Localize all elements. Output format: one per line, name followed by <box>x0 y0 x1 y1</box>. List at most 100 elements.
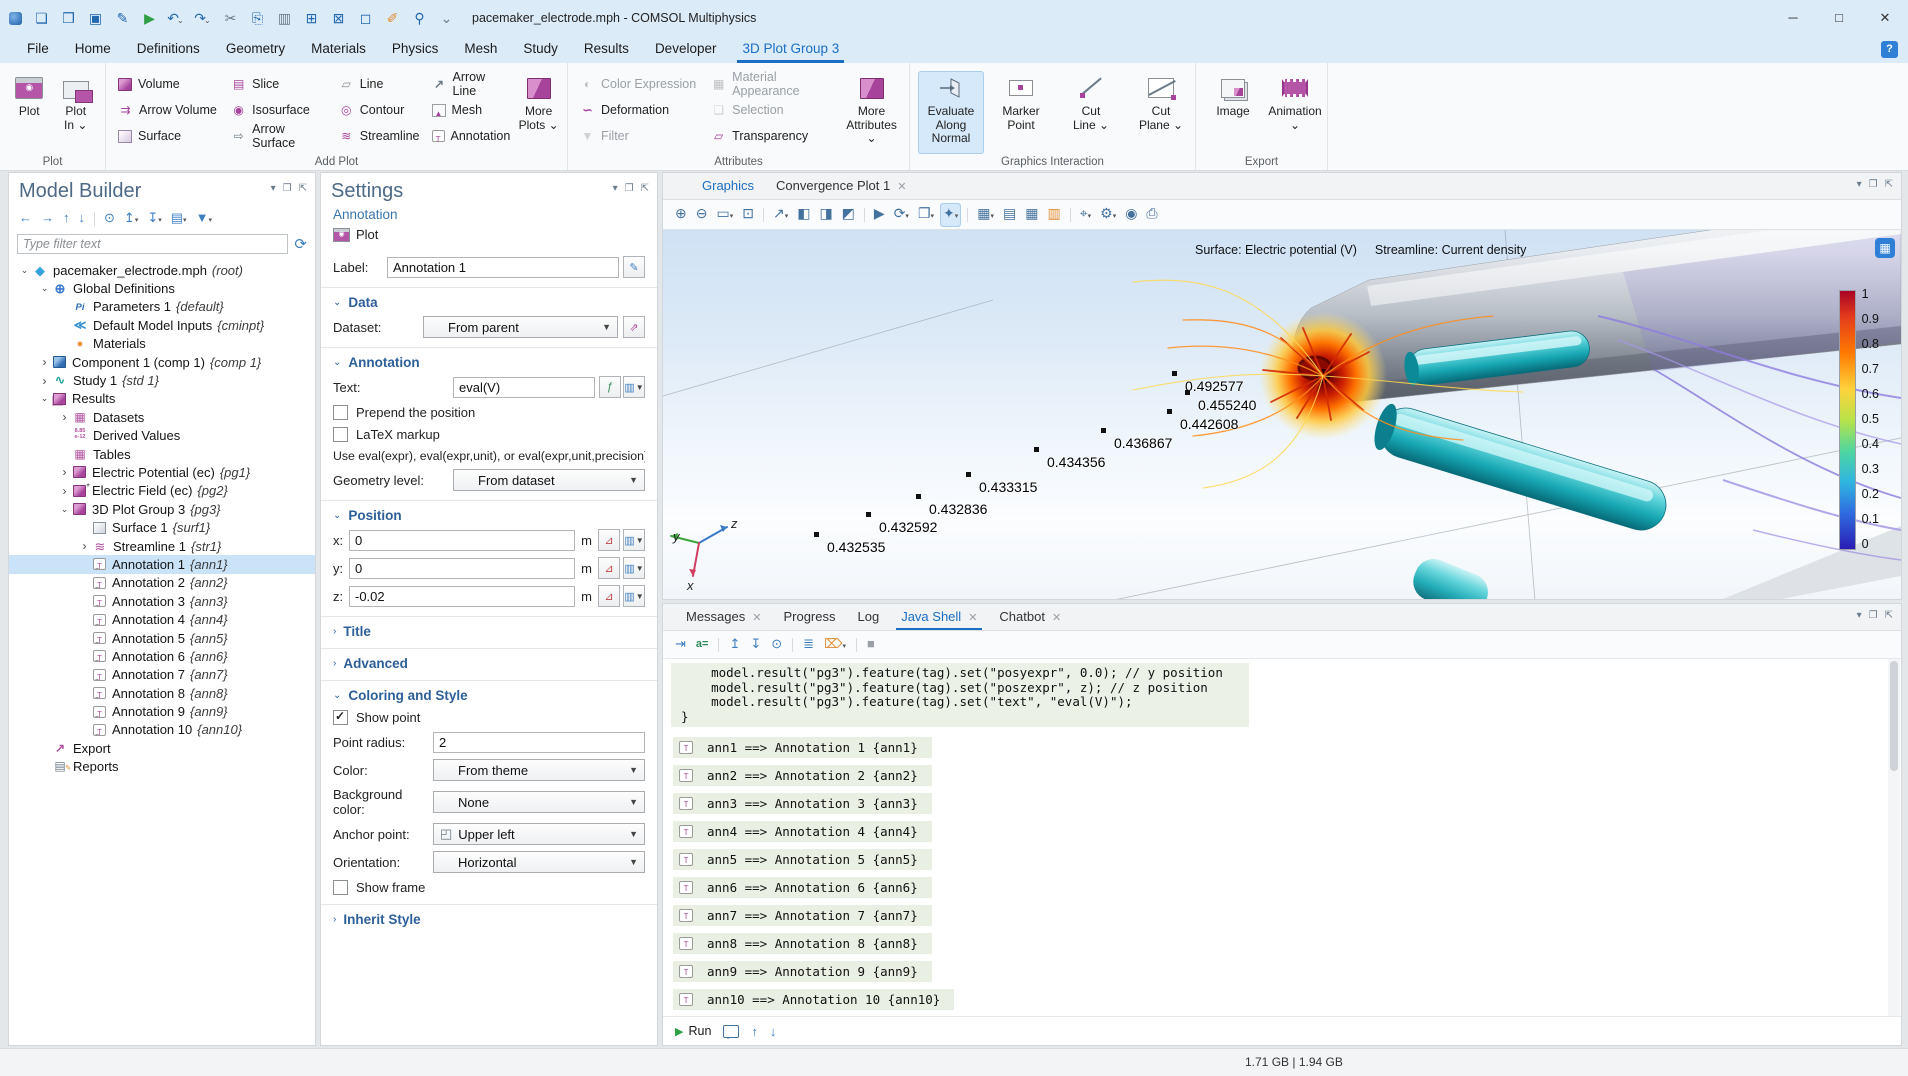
ribbon-tab[interactable]: Developer <box>642 36 730 63</box>
expand-icon[interactable]: ↧ <box>750 636 761 654</box>
view-zx-icon[interactable]: ◩ <box>842 206 855 224</box>
separator[interactable] <box>792 638 793 652</box>
close-tab-icon[interactable]: ✕ <box>897 181 906 193</box>
show-toggle[interactable]: ⊙ <box>104 210 115 228</box>
graphics-tab[interactable]: Convergence Plot 1✕ <box>765 173 917 199</box>
float-panel-icon[interactable]: ❐ <box>1869 179 1878 190</box>
tree-item[interactable]: 3D Plot Group 3 {pg3} <box>9 500 315 518</box>
graphics-interaction-button[interactable]: EvaluateAlong Normal <box>918 71 984 154</box>
add-plot-item[interactable]: Line <box>335 71 424 97</box>
tree-item[interactable]: Derived Values <box>9 427 315 445</box>
expander-icon[interactable] <box>56 504 73 515</box>
shell-tab[interactable]: Java Shell✕ <box>890 604 988 630</box>
highlight[interactable]: ✐ <box>379 5 404 31</box>
shell-output-entry[interactable]: ann3 ==> Annotation 3 {ann3} <box>673 793 932 814</box>
tree-item[interactable]: Component 1 (comp 1) {comp 1} <box>9 353 315 371</box>
latex-markup-checkbox-row[interactable]: LaTeX markup <box>333 427 645 442</box>
print-icon[interactable]: ⎙ <box>1146 206 1157 224</box>
pin-panel-icon[interactable]: ⇱ <box>1885 610 1893 621</box>
tree-item[interactable]: Surface 1 {surf1} <box>9 518 315 536</box>
go-back[interactable]: ← <box>19 210 32 228</box>
redo[interactable]: ↷⌄ <box>190 5 215 31</box>
checkbox[interactable] <box>333 880 348 895</box>
cut[interactable]: ✂ <box>217 5 242 31</box>
save-as[interactable]: ✎ <box>109 5 134 31</box>
stop-icon[interactable]: ■ <box>867 636 875 654</box>
parameter-button[interactable]: ▥▼ <box>623 585 645 607</box>
tree-item[interactable]: Reports <box>9 758 315 776</box>
word-wrap-icon[interactable]: ≣ <box>803 636 814 654</box>
parameter-button[interactable]: ▥▼ <box>623 557 645 579</box>
color-select[interactable]: From theme▼ <box>433 759 645 781</box>
panel-menu-icon[interactable]: ▾ <box>1857 179 1862 190</box>
expander-icon[interactable] <box>36 393 53 404</box>
add-plot-item[interactable]: Isosurface <box>227 97 331 123</box>
clear-shell-icon[interactable]: ⌦▾ <box>824 636 846 654</box>
separator[interactable] <box>1070 208 1071 222</box>
collapse-icon[interactable]: ↥ <box>729 636 740 654</box>
separator[interactable] <box>718 638 719 652</box>
attribute-item[interactable]: Deformation <box>576 97 703 123</box>
more-attributes-button[interactable]: MoreAttributes ⌄ <box>842 71 901 154</box>
shell-output-entry[interactable]: ann6 ==> Annotation 6 {ann6} <box>673 877 932 898</box>
add-plot-item[interactable]: Volume <box>114 71 223 97</box>
graphics-canvas[interactable]: Surface: Electric potential (V)Streamlin… <box>663 230 1901 599</box>
z-input[interactable] <box>349 586 575 607</box>
anchor-point-select[interactable]: ◰ Upper left▼ <box>433 823 645 845</box>
attribute-item[interactable]: Color Expression <box>576 71 703 97</box>
add-plot-item[interactable]: Arrow Surface <box>227 123 331 149</box>
separator[interactable] <box>763 208 764 222</box>
comsol-logo[interactable] <box>6 5 26 31</box>
section-inherit-style[interactable]: ›Inherit Style <box>321 912 657 927</box>
shell-output-entry[interactable]: ann7 ==> Annotation 7 {ann7} <box>673 905 932 926</box>
scene-settings-icon[interactable]: ⚙▾ <box>1100 206 1116 224</box>
attribute-item[interactable]: Material Appearance <box>707 71 838 97</box>
tree-item[interactable]: pacemaker_electrode.mph (root) <box>9 261 315 279</box>
float-panel-icon[interactable]: ❐ <box>1869 610 1878 621</box>
export-button[interactable]: Image <box>1204 71 1262 154</box>
export-button[interactable]: Animation⌄ <box>1266 71 1324 154</box>
scrollbar[interactable] <box>1888 659 1900 1016</box>
checkbox[interactable] <box>333 710 348 725</box>
move-up[interactable]: ↑ <box>63 210 70 228</box>
snapshot-icon[interactable]: ◉ <box>1125 206 1137 224</box>
close-tab-icon[interactable]: ✕ <box>968 612 977 624</box>
graphics-interaction-button[interactable]: CutPlane ⌄ <box>1128 71 1194 154</box>
shell-output-entry[interactable]: ann5 ==> Annotation 5 {ann5} <box>673 849 932 870</box>
help-icon[interactable]: ? <box>1881 41 1898 58</box>
shell-output-entry[interactable]: ann10 ==> Annotation 10 {ann10} <box>673 989 954 1010</box>
section-coloring-and-style[interactable]: ⌄Coloring and Style <box>321 688 657 703</box>
shell-output-entry[interactable]: ann9 ==> Annotation 9 {ann9} <box>673 961 932 982</box>
undo[interactable]: ↶⌄ <box>163 5 188 31</box>
point-radius-input[interactable] <box>433 732 645 753</box>
ribbon-tab[interactable]: Mesh <box>451 36 510 63</box>
panel-menu-icon[interactable]: ▾ <box>1857 610 1862 621</box>
open-file[interactable]: ❒ <box>55 5 80 31</box>
separator[interactable] <box>864 208 865 222</box>
tree-item[interactable]: Tables <box>9 445 315 463</box>
add-plot-item[interactable]: Slice <box>227 71 331 97</box>
settings-plot-button[interactable]: Plot <box>321 222 657 244</box>
show-grid-icon[interactable]: ▦ <box>1025 206 1038 224</box>
geometry-level-select[interactable]: From dataset▼ <box>453 469 645 491</box>
add-plot-item[interactable]: Annotation <box>428 123 515 149</box>
add-plot-item[interactable]: Surface <box>114 123 223 149</box>
rename-button[interactable]: ✎ <box>623 256 645 278</box>
expander-icon[interactable] <box>56 465 73 479</box>
save[interactable]: ▣ <box>82 5 107 31</box>
node-display[interactable]: ▤▾ <box>171 210 187 228</box>
customize-toolbar[interactable]: ⌄ <box>433 5 458 31</box>
zoom-box-icon[interactable]: ▭▾ <box>716 206 733 224</box>
go-to-dataset-button[interactable]: ⇗ <box>623 316 645 338</box>
orientation-select[interactable]: Horizontal▼ <box>433 851 645 873</box>
pin-panel-icon[interactable]: ⇱ <box>1885 179 1893 190</box>
checkbox[interactable] <box>333 405 348 420</box>
expand-all[interactable]: ↧▾ <box>147 210 161 228</box>
tree-item[interactable]: Annotation 1 {ann1} <box>9 555 315 573</box>
panel-menu-icon[interactable]: ▾ <box>271 183 276 194</box>
expander-icon[interactable] <box>36 355 53 369</box>
select-block[interactable]: ◻ <box>352 5 377 31</box>
new-file[interactable]: ❏ <box>28 5 53 31</box>
window-layout-icon[interactable]: ❐▾ <box>918 206 934 224</box>
zoom-extents-icon[interactable]: ⊡ <box>742 206 754 224</box>
